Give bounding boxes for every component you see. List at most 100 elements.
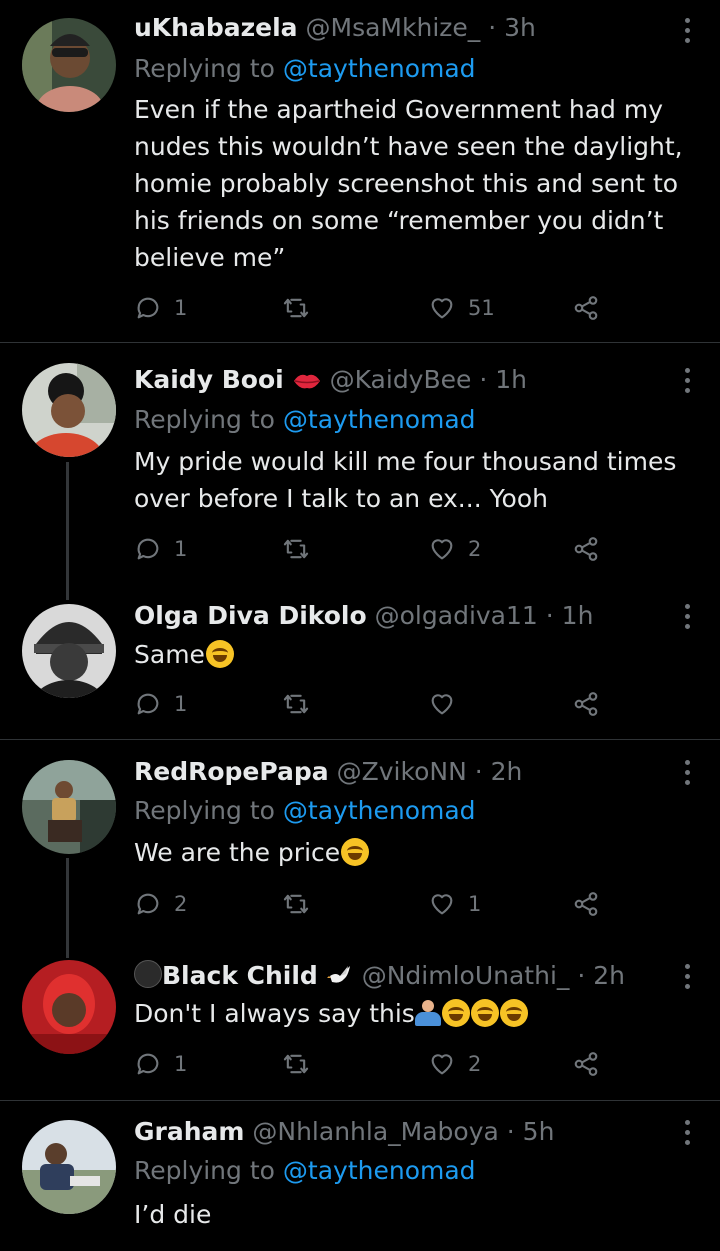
- user-handle[interactable]: @NdimloUnathi_: [362, 961, 570, 990]
- more-options-icon[interactable]: [684, 368, 692, 398]
- avatar[interactable]: [22, 18, 116, 112]
- display-name[interactable]: RedRopePapa: [134, 757, 329, 786]
- retweet-button[interactable]: [282, 292, 322, 324]
- share-button[interactable]: [572, 533, 600, 565]
- like-button[interactable]: 1: [428, 888, 481, 920]
- tweet-header: Graham @Nhlanhla_Maboya · 5h: [134, 1116, 554, 1148]
- reply-icon: [137, 538, 159, 560]
- divider: [0, 342, 720, 343]
- retweet-button[interactable]: [282, 888, 322, 920]
- tweet-text-wrap: Don't I always say this: [134, 995, 694, 1032]
- reply-button[interactable]: 1: [134, 1048, 187, 1080]
- tears-of-joy-emoji: [341, 838, 370, 866]
- share-button[interactable]: [572, 1048, 600, 1080]
- heart-icon: [431, 894, 453, 915]
- reply-icon: [137, 693, 159, 715]
- mention-link[interactable]: @taythenomad: [283, 1156, 476, 1185]
- like-button[interactable]: [428, 688, 468, 720]
- lips-emoji: [292, 368, 322, 400]
- like-count: 2: [468, 1052, 482, 1076]
- rofl-emoji: [499, 999, 528, 1027]
- mention-link[interactable]: @taythenomad: [283, 54, 476, 83]
- reply-count: 1: [174, 692, 188, 716]
- heart-icon: [431, 298, 453, 319]
- timestamp[interactable]: · 1h: [479, 365, 527, 394]
- reply-icon: [137, 1053, 159, 1075]
- dove-emoji: [326, 962, 354, 996]
- mention-link[interactable]: @taythenomad: [283, 405, 476, 434]
- heart-icon: [431, 1054, 453, 1075]
- more-options-icon[interactable]: [684, 18, 692, 48]
- avatar[interactable]: [22, 960, 116, 1054]
- timestamp[interactable]: · 3h: [488, 13, 536, 42]
- more-options-icon[interactable]: [684, 760, 692, 790]
- tweet-header: Black Child @NdimloUnathi_ · 2h: [134, 960, 625, 996]
- reply-count: 1: [174, 537, 188, 561]
- thread-connector: [66, 462, 69, 600]
- tweet-text: Even if the apartheid Government had my …: [134, 95, 683, 272]
- more-options-icon[interactable]: [684, 604, 692, 634]
- user-handle[interactable]: @ZvikoNN: [337, 757, 467, 786]
- display-name[interactable]: Olga Diva Dikolo: [134, 601, 367, 630]
- reply-button[interactable]: 2: [134, 888, 187, 920]
- user-handle[interactable]: @Nhlanhla_Maboya: [252, 1117, 498, 1146]
- more-options-icon[interactable]: [684, 1120, 692, 1150]
- tweet-text: I’d die: [134, 1200, 212, 1229]
- share-icon: [574, 296, 598, 320]
- reply-button[interactable]: 1: [134, 688, 187, 720]
- tweet-text-wrap: Same: [134, 636, 694, 673]
- user-handle[interactable]: @KaidyBee: [330, 365, 472, 394]
- like-button[interactable]: 2: [428, 533, 481, 565]
- avatar[interactable]: [22, 1120, 116, 1214]
- like-button[interactable]: 51: [428, 292, 495, 324]
- share-button[interactable]: [572, 888, 600, 920]
- display-name[interactable]: uKhabazela: [134, 13, 298, 42]
- share-icon: [574, 692, 598, 716]
- share-button[interactable]: [572, 292, 600, 324]
- reply-count: 2: [174, 892, 188, 916]
- timestamp[interactable]: · 5h: [507, 1117, 555, 1146]
- avatar[interactable]: [22, 604, 116, 698]
- reply-icon: [137, 893, 159, 915]
- more-options-icon[interactable]: [684, 964, 692, 994]
- like-count: 51: [468, 296, 495, 320]
- like-button[interactable]: 2: [428, 1048, 481, 1080]
- heart-icon: [431, 539, 453, 560]
- reply-count: 1: [174, 1052, 188, 1076]
- user-handle[interactable]: @olgadiva11: [375, 601, 538, 630]
- avatar[interactable]: [22, 363, 116, 457]
- retweet-icon: [283, 539, 309, 559]
- reply-button[interactable]: 1: [134, 533, 187, 565]
- timestamp[interactable]: · 2h: [577, 961, 625, 990]
- replying-to: Replying to @taythenomad: [134, 405, 476, 434]
- display-name[interactable]: Kaidy Booi: [134, 365, 284, 394]
- heart-icon: [431, 694, 453, 715]
- tweet-actions: 1 51: [134, 292, 614, 324]
- retweet-button[interactable]: [282, 688, 322, 720]
- tweet-text: My pride would kill me four thousand tim…: [134, 447, 677, 513]
- retweet-button[interactable]: [282, 1048, 322, 1080]
- share-icon: [574, 537, 598, 561]
- share-button[interactable]: [572, 688, 600, 720]
- tweet-header: uKhabazela @MsaMkhize_ · 3h: [134, 12, 536, 44]
- replying-to: Replying to @taythenomad: [134, 1156, 476, 1185]
- retweet-button[interactable]: [282, 533, 322, 565]
- avatar[interactable]: [22, 760, 116, 854]
- reply-button[interactable]: 1: [134, 292, 187, 324]
- share-icon: [574, 1052, 598, 1076]
- timestamp[interactable]: · 2h: [475, 757, 523, 786]
- display-name[interactable]: Black Child: [162, 961, 318, 990]
- thread-connector: [66, 858, 69, 958]
- user-handle[interactable]: @MsaMkhize_: [306, 13, 481, 42]
- rofl-emoji: [470, 999, 499, 1027]
- timestamp[interactable]: · 1h: [546, 601, 594, 630]
- share-icon: [574, 892, 598, 916]
- replying-to: Replying to @taythenomad: [134, 796, 476, 825]
- mention-link[interactable]: @taythenomad: [283, 796, 476, 825]
- tweet-actions: 1: [134, 688, 614, 720]
- tweet-header: RedRopePapa @ZvikoNN · 2h: [134, 756, 522, 788]
- tweet-actions: 2 1: [134, 888, 614, 920]
- rofl-emoji: [441, 999, 470, 1027]
- display-name[interactable]: Graham: [134, 1117, 244, 1146]
- tweet-text-wrap: We are the price: [134, 834, 694, 871]
